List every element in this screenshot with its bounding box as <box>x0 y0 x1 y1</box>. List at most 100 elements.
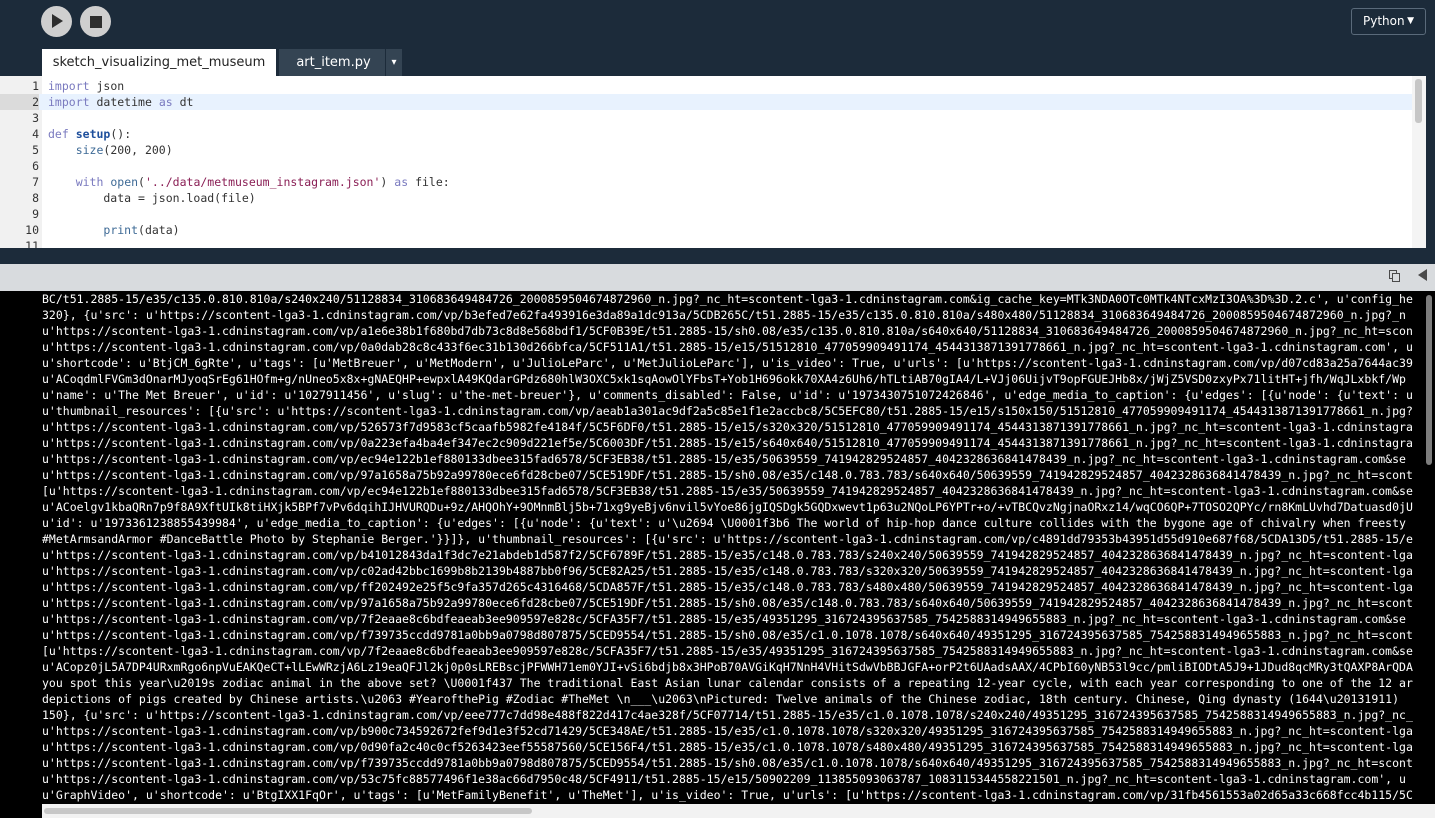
console-line: u'ACoelgv1kbaQRn7p9f8A9XftUIk8tiHXjk5BPf… <box>42 500 1413 514</box>
collapse-left-icon[interactable] <box>1418 269 1427 281</box>
code-line[interactable]: 5 size(200, 200) <box>0 142 1412 158</box>
run-button[interactable] <box>41 6 72 37</box>
code-line[interactable]: 7 with open('../data/metmuseum_instagram… <box>0 174 1412 190</box>
console-lines: BC/t51.2885-15/e35/c135.0.810.810a/s240x… <box>42 291 1423 803</box>
code-token: as <box>158 95 173 109</box>
chevron-down-icon: ▾ <box>391 57 397 68</box>
console-vertical-scrollbar[interactable] <box>1423 291 1435 804</box>
code-editor[interactable]: 1 import json 2 import datetime as dt 3 4 def … <box>0 76 1426 248</box>
console-horizontal-scrollbar[interactable] <box>0 804 1435 818</box>
console-line: u'https://scontent-lga3-1.cdninstagram.c… <box>42 548 1413 562</box>
tab-label: sketch_visualizing_met_museum <box>52 55 266 70</box>
line-number: 6 <box>32 159 39 173</box>
code-line[interactable]: 2 import datetime as dt <box>0 94 1412 110</box>
code-token: setup <box>75 127 111 141</box>
code-token: '../data/metmuseum_instagram.json' <box>144 175 381 189</box>
console-line: #MetArmsandArmor #DanceBattle Photo by S… <box>42 532 1413 546</box>
line-number: 2 <box>0 94 39 110</box>
console-vertical-scrollbar-thumb[interactable] <box>1426 295 1432 465</box>
console-line: u'ACoqdmlFVGm3dOnarMJyoqSrEg61HOfm+g/nUn… <box>42 372 1406 386</box>
console-line: u'GraphVideo', u'shortcode': u'BtgIXX1Fq… <box>42 788 1413 802</box>
code-line[interactable]: 6 <box>0 158 1412 174</box>
code-token: as <box>394 175 409 189</box>
console-line: u'https://scontent-lga3-1.cdninstagram.c… <box>42 564 1413 578</box>
code-text: print(data) <box>48 222 180 238</box>
code-line[interactable]: 10 print(data) <box>0 222 1412 238</box>
console-line: u'https://scontent-lga3-1.cdninstagram.c… <box>42 468 1413 482</box>
code-line[interactable]: 1 import json <box>0 78 1412 94</box>
line-number: 10 <box>25 223 39 237</box>
console-line: u'https://scontent-lga3-1.cdninstagram.c… <box>42 596 1413 610</box>
code-text: import datetime as dt <box>48 94 193 110</box>
console-line: u'https://scontent-lga3-1.cdninstagram.c… <box>42 724 1413 738</box>
console-line: u'https://scontent-lga3-1.cdninstagram.c… <box>42 612 1406 626</box>
console-line: u'https://scontent-lga3-1.cdninstagram.c… <box>42 436 1413 450</box>
code-line[interactable]: 8 data = json.load(file) <box>0 190 1412 206</box>
console-line: u'thumbnail_resources': [{u'src': u'http… <box>42 404 1413 418</box>
code-token: ( <box>138 175 145 189</box>
tab-art-item-py[interactable]: art_item.py <box>279 49 388 76</box>
console-line: 150}, {u'src': u'https://scontent-lga3-1… <box>42 708 1413 722</box>
code-token: datetime <box>96 95 152 109</box>
console-line: [u'https://scontent-lga3-1.cdninstagram.… <box>42 644 1413 658</box>
code-line[interactable]: 4 def setup(): <box>0 126 1412 142</box>
console-line: u'shortcode': u'BtjCM_6gRte', u'tags': [… <box>42 356 1413 370</box>
tab-sketch-visualizing-met-museum[interactable]: sketch_visualizing_met_museum <box>42 49 276 76</box>
line-number: 4 <box>32 127 39 141</box>
code-token: (data) <box>138 223 180 237</box>
mode-select-label: Python <box>1363 14 1405 28</box>
console-line: u'https://scontent-lga3-1.cdninstagram.c… <box>42 740 1413 754</box>
chevron-down-icon: ▼ <box>1407 16 1414 26</box>
stop-button[interactable] <box>80 6 111 37</box>
console-horizontal-scrollbar-thumb[interactable] <box>44 808 532 814</box>
line-number: 7 <box>32 175 39 189</box>
console-header <box>0 264 1435 291</box>
console-line: u'name': u'The Met Breuer', u'id': u'102… <box>42 388 1413 402</box>
code-token: import <box>48 79 90 93</box>
line-number: 11 <box>25 239 39 248</box>
console-line: u'https://scontent-lga3-1.cdninstagram.c… <box>42 452 1406 466</box>
code-token: open <box>110 175 139 189</box>
line-number: 5 <box>32 143 39 157</box>
line-number: 9 <box>32 207 39 221</box>
play-icon <box>52 14 63 28</box>
console-output[interactable]: BC/t51.2885-15/e35/c135.0.810.810a/s240x… <box>0 291 1423 804</box>
code-text: data = json.load(file) <box>48 190 256 206</box>
code-token: json <box>96 79 125 93</box>
editor-scrollbar[interactable] <box>1412 76 1426 248</box>
console-line: u'ACopz0jL5A7DP4URxmRgo6npVuEAKQeCT+lLEw… <box>42 660 1413 674</box>
code-line[interactable]: 9 <box>0 206 1412 222</box>
line-number: 8 <box>32 191 39 205</box>
console-line: u'https://scontent-lga3-1.cdninstagram.c… <box>42 580 1413 594</box>
console-line: u'https://scontent-lga3-1.cdninstagram.c… <box>42 324 1413 338</box>
code-token: with <box>75 175 104 189</box>
tabs-menu-button[interactable]: ▾ <box>385 49 402 76</box>
console-horizontal-scrollbar-track[interactable] <box>42 804 1435 818</box>
console-line: u'https://scontent-lga3-1.cdninstagram.c… <box>42 772 1406 786</box>
console-line: you spot this year\u2019s zodiac animal … <box>42 676 1413 690</box>
code-token: print <box>103 223 139 237</box>
code-token: size <box>75 143 104 157</box>
code-token: import <box>48 95 90 109</box>
console-line: depictions of pigs created by Chinese ar… <box>42 692 1400 706</box>
toolbar: Python ▼ <box>0 0 1435 48</box>
code-token: (): <box>110 127 132 141</box>
tab-label: art_item.py <box>296 55 371 70</box>
code-token: file: <box>415 175 450 189</box>
copy-icon[interactable] <box>1389 270 1401 283</box>
mode-select[interactable]: Python ▼ <box>1351 8 1426 35</box>
console-line: u'https://scontent-lga3-1.cdninstagram.c… <box>42 756 1413 770</box>
code-token: (200, 200) <box>103 143 173 157</box>
editor-side-strip <box>1426 76 1435 248</box>
editor-scrollbar-thumb[interactable] <box>1415 79 1422 123</box>
code-token: data = json.load(file) <box>48 191 256 205</box>
code-line[interactable]: 11 <box>0 238 1412 248</box>
console-line: u'https://scontent-lga3-1.cdninstagram.c… <box>42 420 1413 434</box>
console-line: 320}, {u'src': u'https://scontent-lga3-1… <box>42 308 1406 322</box>
console-resize-handle[interactable] <box>0 248 1435 264</box>
console-line: u'id': u'1973361238855439984', u'edge_me… <box>42 516 1406 530</box>
code-line[interactable]: 3 <box>0 110 1412 126</box>
